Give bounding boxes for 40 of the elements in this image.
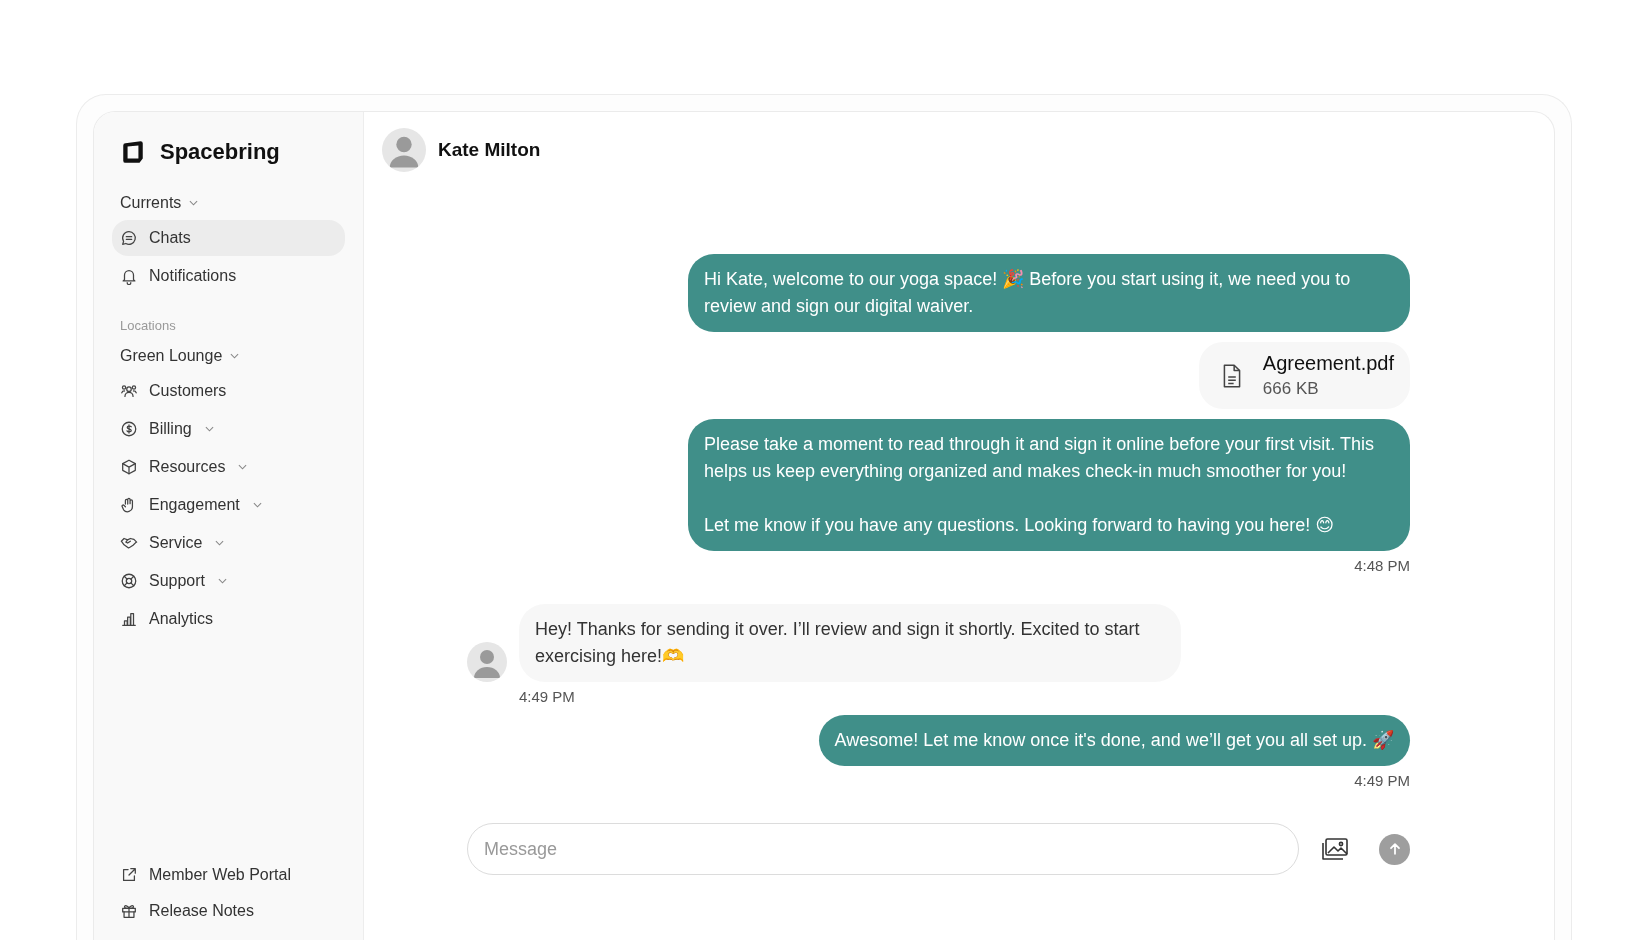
- people-icon: [120, 382, 138, 400]
- nav-item[interactable]: Engagement: [112, 487, 345, 523]
- avatar: [382, 128, 426, 172]
- message-input[interactable]: Message: [467, 823, 1299, 875]
- message-bubble: Awesome! Let me know once it's done, and we’ll get you all set up. 🚀: [818, 715, 1410, 766]
- location-dropdown[interactable]: Currents: [112, 186, 207, 220]
- lifebuoy-icon: [120, 572, 138, 590]
- timestamp: 4:49 PM: [519, 688, 575, 705]
- avatar: [467, 642, 507, 682]
- chat-icon: [120, 229, 138, 247]
- gift-icon: [120, 902, 138, 920]
- footer-link[interactable]: Member Web Portal: [112, 858, 345, 892]
- file-attachment[interactable]: Agreement.pdf 666 KB: [1198, 342, 1410, 409]
- footer-link[interactable]: Release Notes: [112, 894, 345, 928]
- brand-name: Spacebring: [160, 139, 280, 165]
- section-label: Locations: [119, 317, 177, 335]
- timestamp: 4:48 PM: [1354, 557, 1410, 574]
- file-size: 666 KB: [1262, 379, 1320, 399]
- nav-item[interactable]: Support: [112, 563, 345, 599]
- nav-item[interactable]: Customers: [112, 373, 345, 409]
- location-dropdown[interactable]: Green Lounge: [112, 339, 248, 373]
- nav-item[interactable]: Billing: [112, 411, 345, 447]
- nav-item[interactable]: Notifications: [112, 258, 345, 294]
- file-name: Agreement.pdf: [1262, 352, 1394, 375]
- nav-item[interactable]: Service: [112, 525, 345, 561]
- dollar-icon: [120, 420, 138, 438]
- bars-icon: [120, 610, 138, 628]
- cube-icon: [120, 458, 138, 476]
- nav-item[interactable]: Analytics: [112, 601, 345, 637]
- timestamp: 4:49 PM: [1354, 772, 1410, 789]
- nav-item[interactable]: Chats: [112, 220, 345, 256]
- logo-icon: [120, 139, 146, 165]
- nav-item[interactable]: Resources: [112, 449, 345, 485]
- contact-name: Kate Milton: [438, 139, 541, 161]
- external-icon: [120, 866, 138, 884]
- send-button[interactable]: [1379, 833, 1410, 865]
- bell-icon: [120, 267, 138, 285]
- message-bubble: Hey! Thanks for sending it over. I’ll review and sign it shortly. Excited to start exercising here!🫶: [519, 604, 1181, 682]
- message-bubble: Hi Kate, welcome to our yoga space! 🎉 Before you start using it, we need you to review and sign our digital waiver.: [688, 254, 1410, 332]
- message-bubble: Please take a moment to read through it and sign it online before your first visit. This helps us keep everything organized and makes check-in much smoother for you! Let me know if you have any questions. Looking forward to having you here! 😊: [688, 419, 1410, 551]
